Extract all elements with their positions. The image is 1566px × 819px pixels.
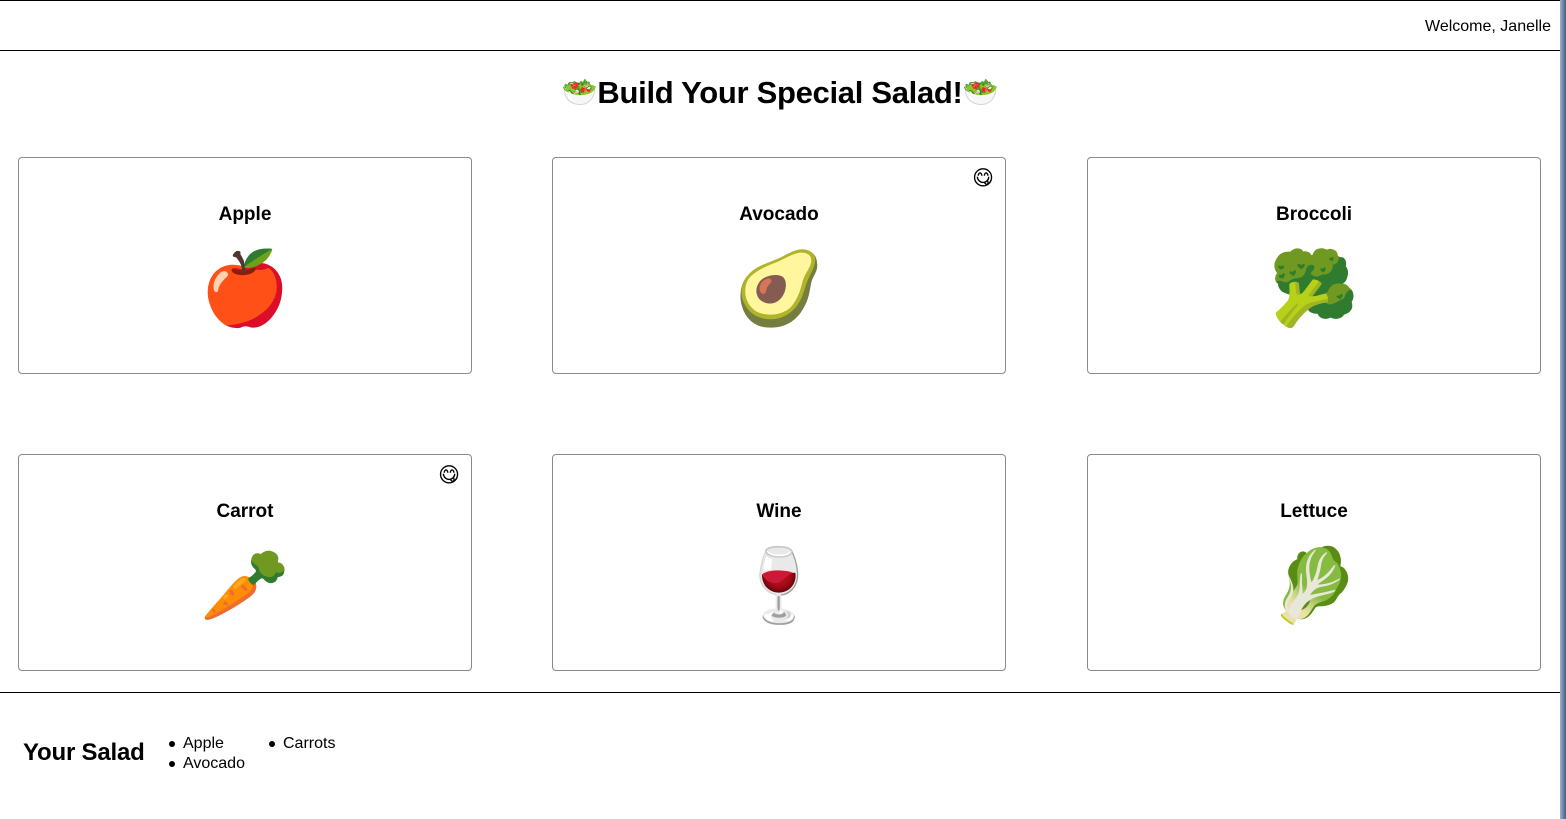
salad-item: Carrots bbox=[267, 734, 367, 754]
ingredient-name: Broccoli bbox=[1275, 204, 1353, 225]
salad-item: Avocado bbox=[167, 754, 267, 774]
section-divider bbox=[0, 692, 1560, 693]
favorite-icon: 😋 bbox=[972, 167, 994, 190]
ingredient-name: Wine bbox=[756, 501, 802, 522]
ingredient-card-wine[interactable]: Wine 🍷 bbox=[552, 454, 1006, 671]
ingredient-name: Avocado bbox=[739, 204, 819, 225]
header-bar: Welcome, Janelle bbox=[0, 0, 1560, 51]
ingredient-card-apple[interactable]: Apple 🍎 bbox=[18, 157, 472, 374]
salad-item: Apple bbox=[167, 734, 267, 754]
broccoli-icon: 🥦 bbox=[1269, 249, 1359, 329]
salad-bowl-icon: 🥗 bbox=[962, 77, 999, 109]
ingredient-card-broccoli[interactable]: Broccoli 🥦 bbox=[1087, 157, 1541, 374]
page-title-text: Build Your Special Salad! bbox=[597, 75, 963, 110]
window-edge bbox=[1560, 0, 1566, 819]
lettuce-icon: 🥬 bbox=[1269, 546, 1359, 626]
wine-glass-icon: 🍷 bbox=[734, 546, 824, 626]
salad-items-list: Apple Avocado Carrots bbox=[167, 734, 367, 778]
ingredient-name: Carrot bbox=[216, 501, 274, 522]
salad-bowl-icon: 🥗 bbox=[561, 77, 598, 109]
page: Welcome, Janelle 🥗Build Your Special Sal… bbox=[0, 0, 1566, 819]
your-salad-heading: Your Salad bbox=[23, 739, 145, 766]
ingredient-card-carrot[interactable]: 😋 Carrot 🥕 bbox=[18, 454, 472, 671]
page-title: 🥗Build Your Special Salad!🥗 bbox=[0, 72, 1560, 114]
apple-icon: 🍎 bbox=[200, 249, 290, 329]
welcome-message: Welcome, Janelle bbox=[1425, 18, 1551, 35]
favorite-icon: 😋 bbox=[438, 464, 460, 487]
ingredient-name: Apple bbox=[218, 204, 272, 225]
ingredient-card-avocado[interactable]: 😋 Avocado 🥑 bbox=[552, 157, 1006, 374]
ingredient-card-lettuce[interactable]: Lettuce 🥬 bbox=[1087, 454, 1541, 671]
avocado-icon: 🥑 bbox=[734, 249, 824, 329]
carrot-icon: 🥕 bbox=[200, 546, 290, 626]
ingredient-name: Lettuce bbox=[1280, 501, 1348, 522]
